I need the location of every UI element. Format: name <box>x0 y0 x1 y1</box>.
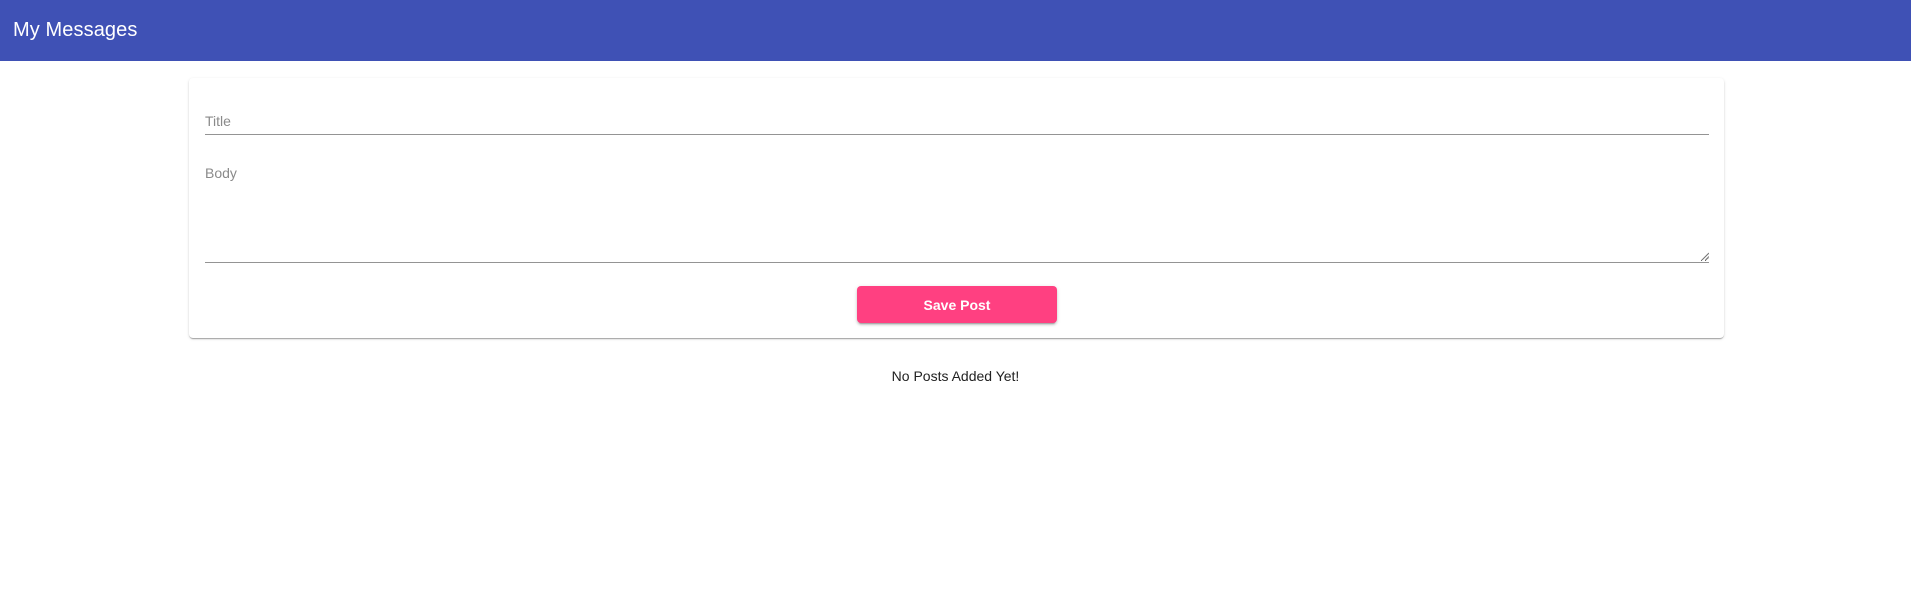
post-create-card: Save Post <box>189 78 1724 338</box>
title-form-field <box>205 102 1709 150</box>
body-textarea[interactable] <box>205 158 1709 262</box>
app-toolbar: My Messages <box>0 0 1911 61</box>
title-input[interactable] <box>205 110 1709 132</box>
body-underline <box>205 262 1709 263</box>
title-underline <box>205 134 1709 135</box>
body-form-field <box>205 158 1709 263</box>
no-posts-message: No Posts Added Yet! <box>891 368 1020 384</box>
save-post-button[interactable]: Save Post <box>857 286 1057 323</box>
app-title: My Messages <box>13 19 138 41</box>
